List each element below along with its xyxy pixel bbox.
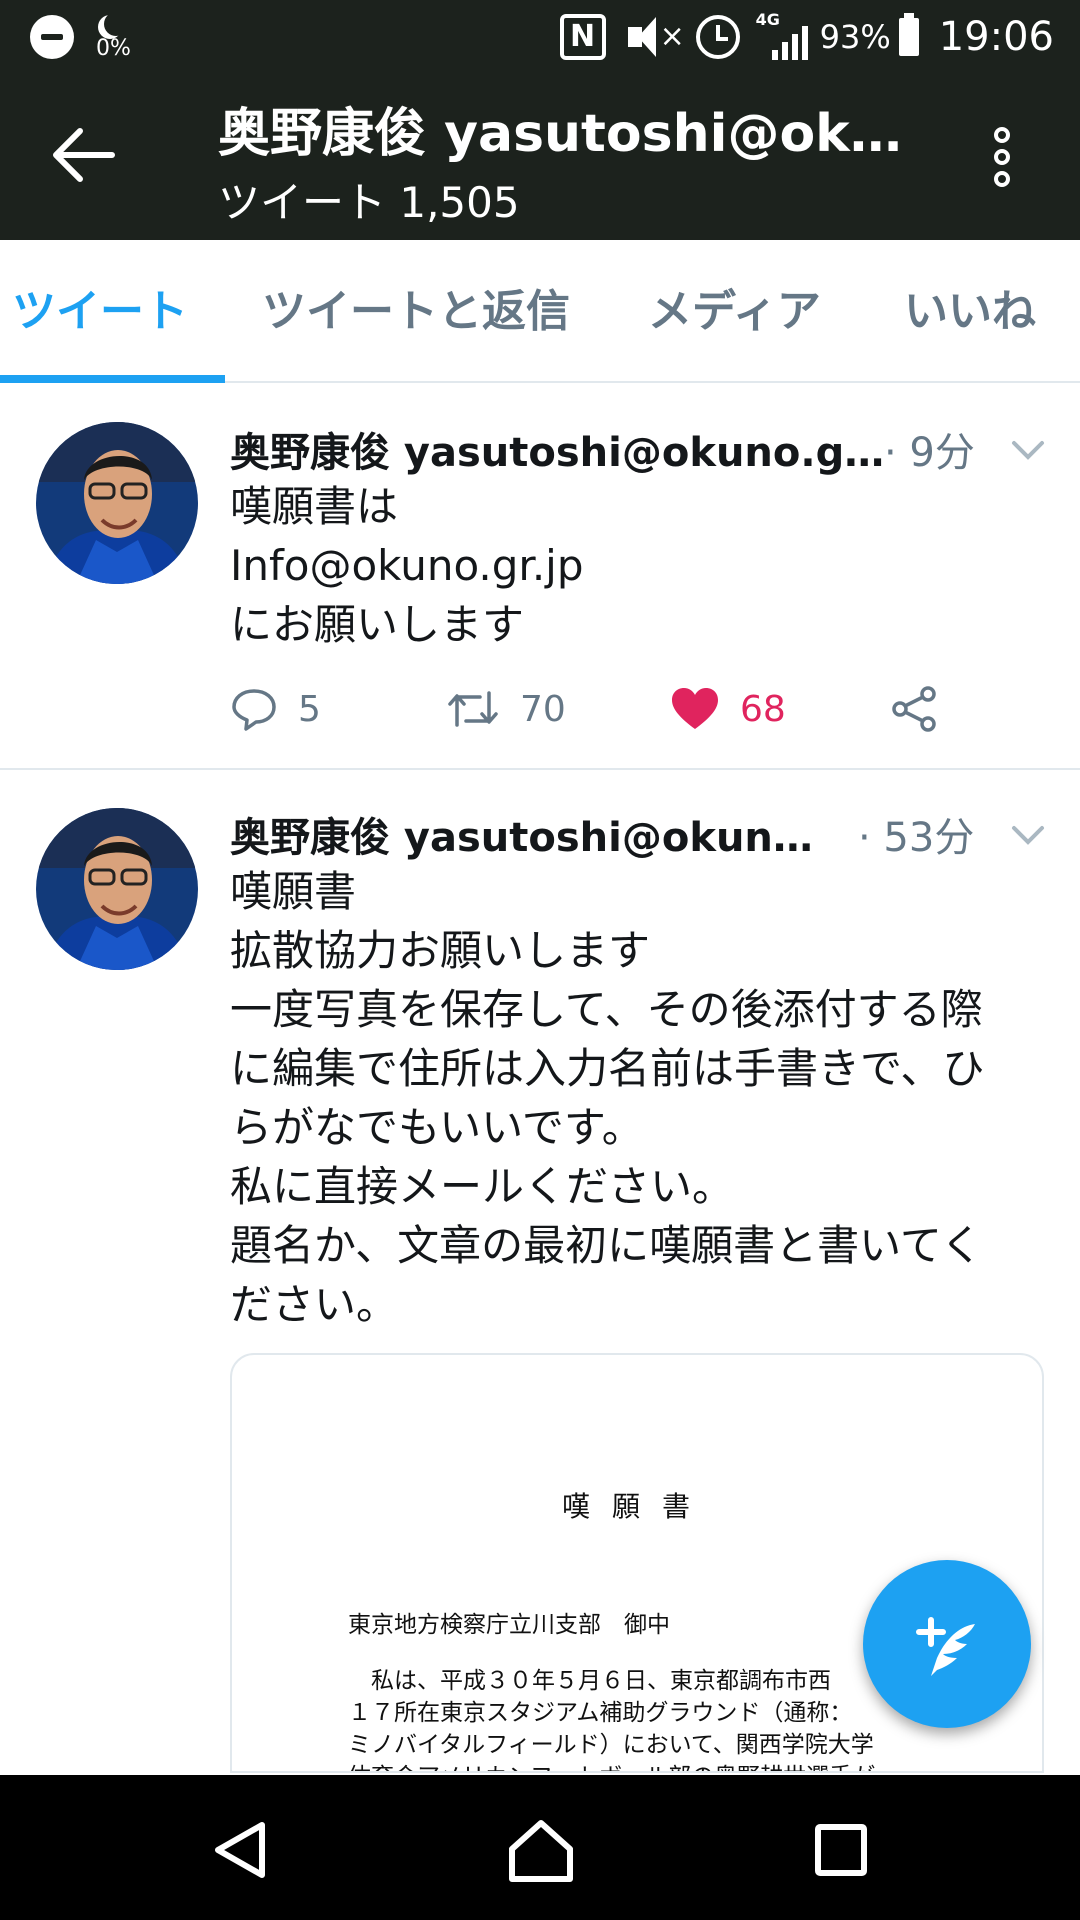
tab-tweets[interactable]: ツイート bbox=[12, 240, 188, 383]
tab-tweets-and-replies[interactable]: ツイートと返信 bbox=[262, 240, 570, 383]
tweet-text: 嘆願書 拡散協力お願いします 一度写真を保存して、その後添付する際 に編集で住所… bbox=[230, 862, 1050, 1334]
tweet-text-line[interactable]: Info@okuno.gr.jp bbox=[230, 536, 1050, 595]
active-tab-indicator bbox=[0, 375, 225, 383]
tweet-actions: 5 70 68 bbox=[230, 679, 990, 739]
mute-icon: × bbox=[627, 15, 685, 59]
tab-likes[interactable]: いいね bbox=[904, 240, 1036, 383]
tweet-text-line: 題名か、文章の最初に嘆願書と書いてく bbox=[230, 1221, 983, 1270]
document-line: 体育会アメリカンフットボール部の奥野耕世選手が bbox=[348, 1761, 1028, 1771]
chevron-down-icon[interactable] bbox=[1010, 438, 1046, 462]
like-count: 68 bbox=[740, 688, 786, 730]
tweet-text-line: 拡散協力お願いします bbox=[230, 926, 651, 975]
back-button[interactable] bbox=[50, 125, 120, 185]
triangle-back-icon bbox=[215, 1822, 265, 1878]
document-line: ミノバイタルフィールド）において、関西学院大学 bbox=[348, 1732, 874, 1758]
tweet-text-line: 私に直接メールください。 bbox=[230, 1162, 735, 1211]
avatar[interactable] bbox=[36, 808, 198, 970]
tab-media[interactable]: メディア bbox=[648, 240, 821, 383]
nav-back-button[interactable] bbox=[196, 1805, 286, 1895]
tweet-text-line: にお願いします bbox=[230, 600, 525, 649]
app-header: 奥野康俊 yasutoshi@okuno.gr.jp ツイート 1,505 bbox=[0, 75, 1080, 240]
nav-recents-button[interactable] bbox=[796, 1805, 886, 1895]
nav-home-button[interactable] bbox=[496, 1805, 586, 1895]
tweet-text-line: 一度写真を保存して、その後添付する際 bbox=[230, 985, 983, 1034]
tweet-text: 嘆願書は Info@okuno.gr.jp にお願いします bbox=[230, 477, 1050, 654]
tweet-text-line: ださい。 bbox=[230, 1280, 399, 1329]
home-icon bbox=[509, 1820, 573, 1882]
profile-tabs: ツイート ツイートと返信 メディア いいね bbox=[0, 240, 1080, 383]
retweet-count: 70 bbox=[520, 688, 566, 730]
tweet-text-line: 嘆願書は bbox=[230, 482, 399, 531]
more-vertical-icon bbox=[980, 127, 1024, 187]
square-recents-icon bbox=[815, 1824, 867, 1876]
battery-icon bbox=[898, 13, 919, 56]
data-saver-percent: 0% bbox=[96, 36, 131, 61]
tweet-author-name[interactable]: 奥野康俊 yasutoshi@okuno.gr.jp bbox=[230, 805, 830, 863]
compose-feather-icon bbox=[916, 1617, 975, 1676]
speech-bubble-icon bbox=[232, 689, 276, 731]
retweet-button[interactable]: 70 bbox=[446, 679, 566, 739]
more-options-button[interactable] bbox=[980, 121, 1024, 201]
reply-button[interactable]: 5 bbox=[230, 679, 321, 739]
share-icon bbox=[892, 686, 936, 732]
data-saver-icon: 0% bbox=[96, 12, 136, 62]
tweet-text-line: 嘆願書 bbox=[230, 867, 357, 916]
chevron-down-icon[interactable] bbox=[1010, 823, 1046, 847]
status-bar: 0% N × 4G 93% 19:06 bbox=[0, 0, 1080, 75]
alarm-icon bbox=[695, 15, 740, 59]
header-title: 奥野康俊 yasutoshi@okuno.gr.jp bbox=[218, 104, 918, 164]
tweet-text-line: らがなでもいいです。 bbox=[230, 1103, 644, 1152]
battery-percent: 93% bbox=[819, 18, 891, 56]
nfc-icon: N bbox=[559, 14, 606, 60]
document-title: 嘆願書 bbox=[561, 1490, 712, 1523]
tweet-text-line: に編集で住所は入力名前は手書きで、ひ bbox=[230, 1044, 985, 1093]
heart-icon bbox=[672, 688, 718, 729]
avatar[interactable] bbox=[36, 422, 198, 584]
document-addressee: 東京地方検察庁立川支部 御中 bbox=[348, 1612, 670, 1638]
share-button[interactable] bbox=[890, 679, 940, 739]
retweet-icon bbox=[448, 691, 498, 727]
tweet[interactable]: 奥野康俊 yasutoshi@okuno.gr.jp · 9分 嘆願書は Inf… bbox=[0, 385, 1080, 768]
tweet-time: · 53分 bbox=[858, 815, 975, 861]
status-clock: 19:06 bbox=[938, 14, 1054, 60]
like-button[interactable]: 68 bbox=[670, 679, 786, 739]
tweet-count: ツイート 1,505 bbox=[218, 178, 520, 227]
tweet-time: · 9分 bbox=[884, 430, 975, 476]
do-not-disturb-icon bbox=[30, 15, 74, 59]
reply-count: 5 bbox=[298, 688, 321, 730]
android-navigation-bar bbox=[0, 1775, 1080, 1920]
tweet-author-name[interactable]: 奥野康俊 yasutoshi@okuno.gr.jp bbox=[230, 420, 885, 478]
compose-tweet-button[interactable] bbox=[863, 1560, 1031, 1728]
arrow-left-icon bbox=[53, 128, 115, 182]
signal-icon: 4G bbox=[756, 10, 808, 60]
